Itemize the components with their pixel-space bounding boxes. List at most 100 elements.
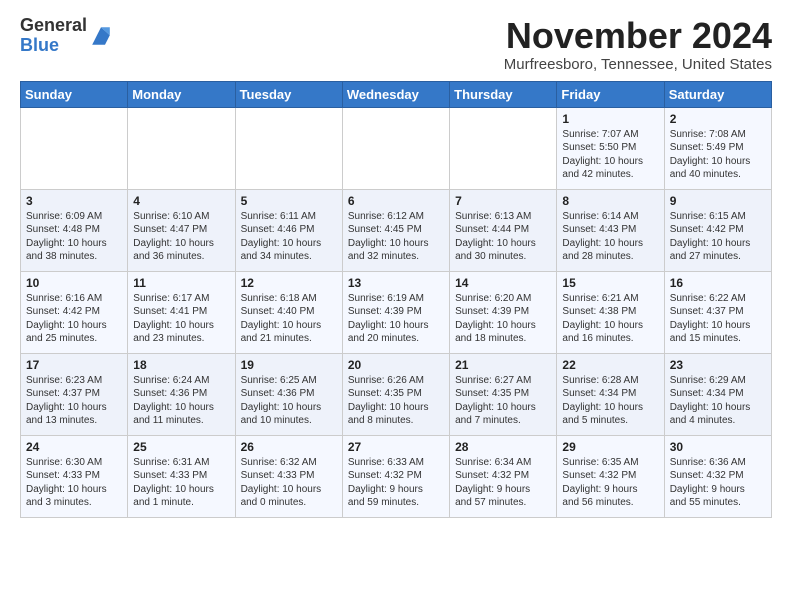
weekday-header: Wednesday [342, 81, 449, 107]
calendar-week: 3 Sunrise: 6:09 AMSunset: 4:48 PMDaylight… [21, 189, 772, 271]
day-info: Sunrise: 6:14 AMSunset: 4:43 PMDaylight:… [562, 210, 658, 264]
day-info: Sunrise: 6:20 AMSunset: 4:39 PMDaylight:… [455, 292, 551, 346]
calendar-week: 24 Sunrise: 6:30 AMSunset: 4:33 PMDayligh… [21, 435, 772, 517]
day-info: Sunrise: 6:23 AMSunset: 4:37 PMDaylight:… [26, 374, 122, 428]
calendar-cell: 25Sunrise: 6:31 AMSunset: 4:33 PMDayligh… [128, 435, 235, 517]
header: General Blue November 2024 Murfreesboro,… [20, 16, 772, 73]
day-number: 13 [348, 276, 444, 290]
calendar-cell: 18 Sunrise: 6:24 AMSunset: 4:36 PMDayligh… [128, 353, 235, 435]
calendar-cell: 29Sunrise: 6:35 AMSunset: 4:32 PMDayligh… [557, 435, 664, 517]
day-info: Sunrise: 6:34 AMSunset: 4:32 PMDaylight:… [455, 456, 551, 510]
page: General Blue November 2024 Murfreesboro,… [0, 0, 792, 534]
day-number: 15 [562, 276, 658, 290]
weekday-header-row: SundayMondayTuesdayWednesdayThursdayFrid… [21, 81, 772, 107]
day-info: Sunrise: 6:18 AMSunset: 4:40 PMDaylight:… [241, 292, 337, 346]
day-number: 3 [26, 194, 122, 208]
month-title: November 2024 [504, 16, 772, 56]
day-number: 2 [670, 112, 766, 126]
day-info: Sunrise: 6:22 AMSunset: 4:37 PMDaylight:… [670, 292, 766, 346]
calendar-cell: 5Sunrise: 6:11 AMSunset: 4:46 PMDaylight… [235, 189, 342, 271]
weekday-header: Tuesday [235, 81, 342, 107]
calendar-cell: 21 Sunrise: 6:27 AMSunset: 4:35 PMDayligh… [450, 353, 557, 435]
calendar-cell: 8 Sunrise: 6:14 AMSunset: 4:43 PMDaylight… [557, 189, 664, 271]
calendar-cell: 11 Sunrise: 6:17 AMSunset: 4:41 PMDayligh… [128, 271, 235, 353]
day-info: Sunrise: 6:16 AMSunset: 4:42 PMDaylight:… [26, 292, 122, 346]
day-info: Sunrise: 6:21 AMSunset: 4:38 PMDaylight:… [562, 292, 658, 346]
calendar-cell: 9 Sunrise: 6:15 AMSunset: 4:42 PMDaylight… [664, 189, 771, 271]
calendar-cell [450, 107, 557, 189]
calendar-cell: 2 Sunrise: 7:08 AMSunset: 5:49 PMDaylight… [664, 107, 771, 189]
day-number: 9 [670, 194, 766, 208]
day-number: 22 [562, 358, 658, 372]
calendar-week: 10 Sunrise: 6:16 AMSunset: 4:42 PMDayligh… [21, 271, 772, 353]
calendar: SundayMondayTuesdayWednesdayThursdayFrid… [20, 81, 772, 518]
calendar-cell: 15 Sunrise: 6:21 AMSunset: 4:38 PMDayligh… [557, 271, 664, 353]
day-number: 26 [241, 440, 337, 454]
calendar-cell: 28Sunrise: 6:34 AMSunset: 4:32 PMDayligh… [450, 435, 557, 517]
day-number: 14 [455, 276, 551, 290]
day-number: 7 [455, 194, 551, 208]
day-number: 20 [348, 358, 444, 372]
calendar-cell: 22 Sunrise: 6:28 AMSunset: 4:34 PMDayligh… [557, 353, 664, 435]
day-info: Sunrise: 7:08 AMSunset: 5:49 PMDaylight:… [670, 128, 766, 182]
calendar-cell [21, 107, 128, 189]
calendar-cell: 30Sunrise: 6:36 AMSunset: 4:32 PMDayligh… [664, 435, 771, 517]
weekday-header: Sunday [21, 81, 128, 107]
day-info: Sunrise: 6:33 AMSunset: 4:32 PMDaylight:… [348, 456, 444, 510]
day-info: Sunrise: 6:17 AMSunset: 4:41 PMDaylight:… [133, 292, 229, 346]
day-info: Sunrise: 6:30 AMSunset: 4:33 PMDaylight:… [26, 456, 122, 510]
day-info: Sunrise: 6:28 AMSunset: 4:34 PMDaylight:… [562, 374, 658, 428]
day-number: 24 [26, 440, 122, 454]
logo-text: General Blue [20, 16, 87, 56]
calendar-cell: 19 Sunrise: 6:25 AMSunset: 4:36 PMDayligh… [235, 353, 342, 435]
day-number: 23 [670, 358, 766, 372]
day-info: Sunrise: 6:15 AMSunset: 4:42 PMDaylight:… [670, 210, 766, 264]
day-info: Sunrise: 6:29 AMSunset: 4:34 PMDaylight:… [670, 374, 766, 428]
weekday-header: Thursday [450, 81, 557, 107]
day-info: Sunrise: 6:09 AMSunset: 4:48 PMDaylight:… [26, 210, 122, 264]
calendar-cell [128, 107, 235, 189]
calendar-cell: 27 Sunrise: 6:33 AMSunset: 4:32 PMDayligh… [342, 435, 449, 517]
day-info: Sunrise: 6:27 AMSunset: 4:35 PMDaylight:… [455, 374, 551, 428]
day-info: Sunrise: 6:19 AMSunset: 4:39 PMDaylight:… [348, 292, 444, 346]
day-number: 5 [241, 194, 337, 208]
logo-general: General [20, 16, 87, 36]
calendar-cell: 13 Sunrise: 6:19 AMSunset: 4:39 PMDayligh… [342, 271, 449, 353]
calendar-cell [235, 107, 342, 189]
calendar-cell: 17 Sunrise: 6:23 AMSunset: 4:37 PMDayligh… [21, 353, 128, 435]
calendar-cell: 10 Sunrise: 6:16 AMSunset: 4:42 PMDayligh… [21, 271, 128, 353]
day-number: 12 [241, 276, 337, 290]
title-block: November 2024 Murfreesboro, Tennessee, U… [504, 16, 772, 73]
calendar-cell: 4Sunrise: 6:10 AMSunset: 4:47 PMDaylight… [128, 189, 235, 271]
day-number: 18 [133, 358, 229, 372]
day-info: Sunrise: 7:07 AMSunset: 5:50 PMDaylight:… [562, 128, 658, 182]
day-info: Sunrise: 6:24 AMSunset: 4:36 PMDaylight:… [133, 374, 229, 428]
day-number: 1 [562, 112, 658, 126]
calendar-week: 1 Sunrise: 7:07 AMSunset: 5:50 PMDaylight… [21, 107, 772, 189]
calendar-cell: 23 Sunrise: 6:29 AMSunset: 4:34 PMDayligh… [664, 353, 771, 435]
day-number: 8 [562, 194, 658, 208]
day-number: 16 [670, 276, 766, 290]
day-number: 10 [26, 276, 122, 290]
day-number: 21 [455, 358, 551, 372]
weekday-header: Saturday [664, 81, 771, 107]
calendar-cell: 16 Sunrise: 6:22 AMSunset: 4:37 PMDayligh… [664, 271, 771, 353]
calendar-cell: 14 Sunrise: 6:20 AMSunset: 4:39 PMDayligh… [450, 271, 557, 353]
day-number: 4 [133, 194, 229, 208]
day-number: 17 [26, 358, 122, 372]
day-number: 11 [133, 276, 229, 290]
day-number: 19 [241, 358, 337, 372]
calendar-cell: 24 Sunrise: 6:30 AMSunset: 4:33 PMDayligh… [21, 435, 128, 517]
calendar-cell: 6Sunrise: 6:12 AMSunset: 4:45 PMDaylight… [342, 189, 449, 271]
day-info: Sunrise: 6:35 AMSunset: 4:32 PMDaylight:… [562, 456, 658, 510]
day-info: Sunrise: 6:26 AMSunset: 4:35 PMDaylight:… [348, 374, 444, 428]
day-number: 25 [133, 440, 229, 454]
day-number: 27 [348, 440, 444, 454]
day-info: Sunrise: 6:13 AMSunset: 4:44 PMDaylight:… [455, 210, 551, 264]
day-number: 6 [348, 194, 444, 208]
day-info: Sunrise: 6:25 AMSunset: 4:36 PMDaylight:… [241, 374, 337, 428]
day-info: Sunrise: 6:36 AMSunset: 4:32 PMDaylight:… [670, 456, 766, 510]
calendar-cell: 3 Sunrise: 6:09 AMSunset: 4:48 PMDaylight… [21, 189, 128, 271]
calendar-cell: 20 Sunrise: 6:26 AMSunset: 4:35 PMDayligh… [342, 353, 449, 435]
calendar-cell: 7 Sunrise: 6:13 AMSunset: 4:44 PMDaylight… [450, 189, 557, 271]
